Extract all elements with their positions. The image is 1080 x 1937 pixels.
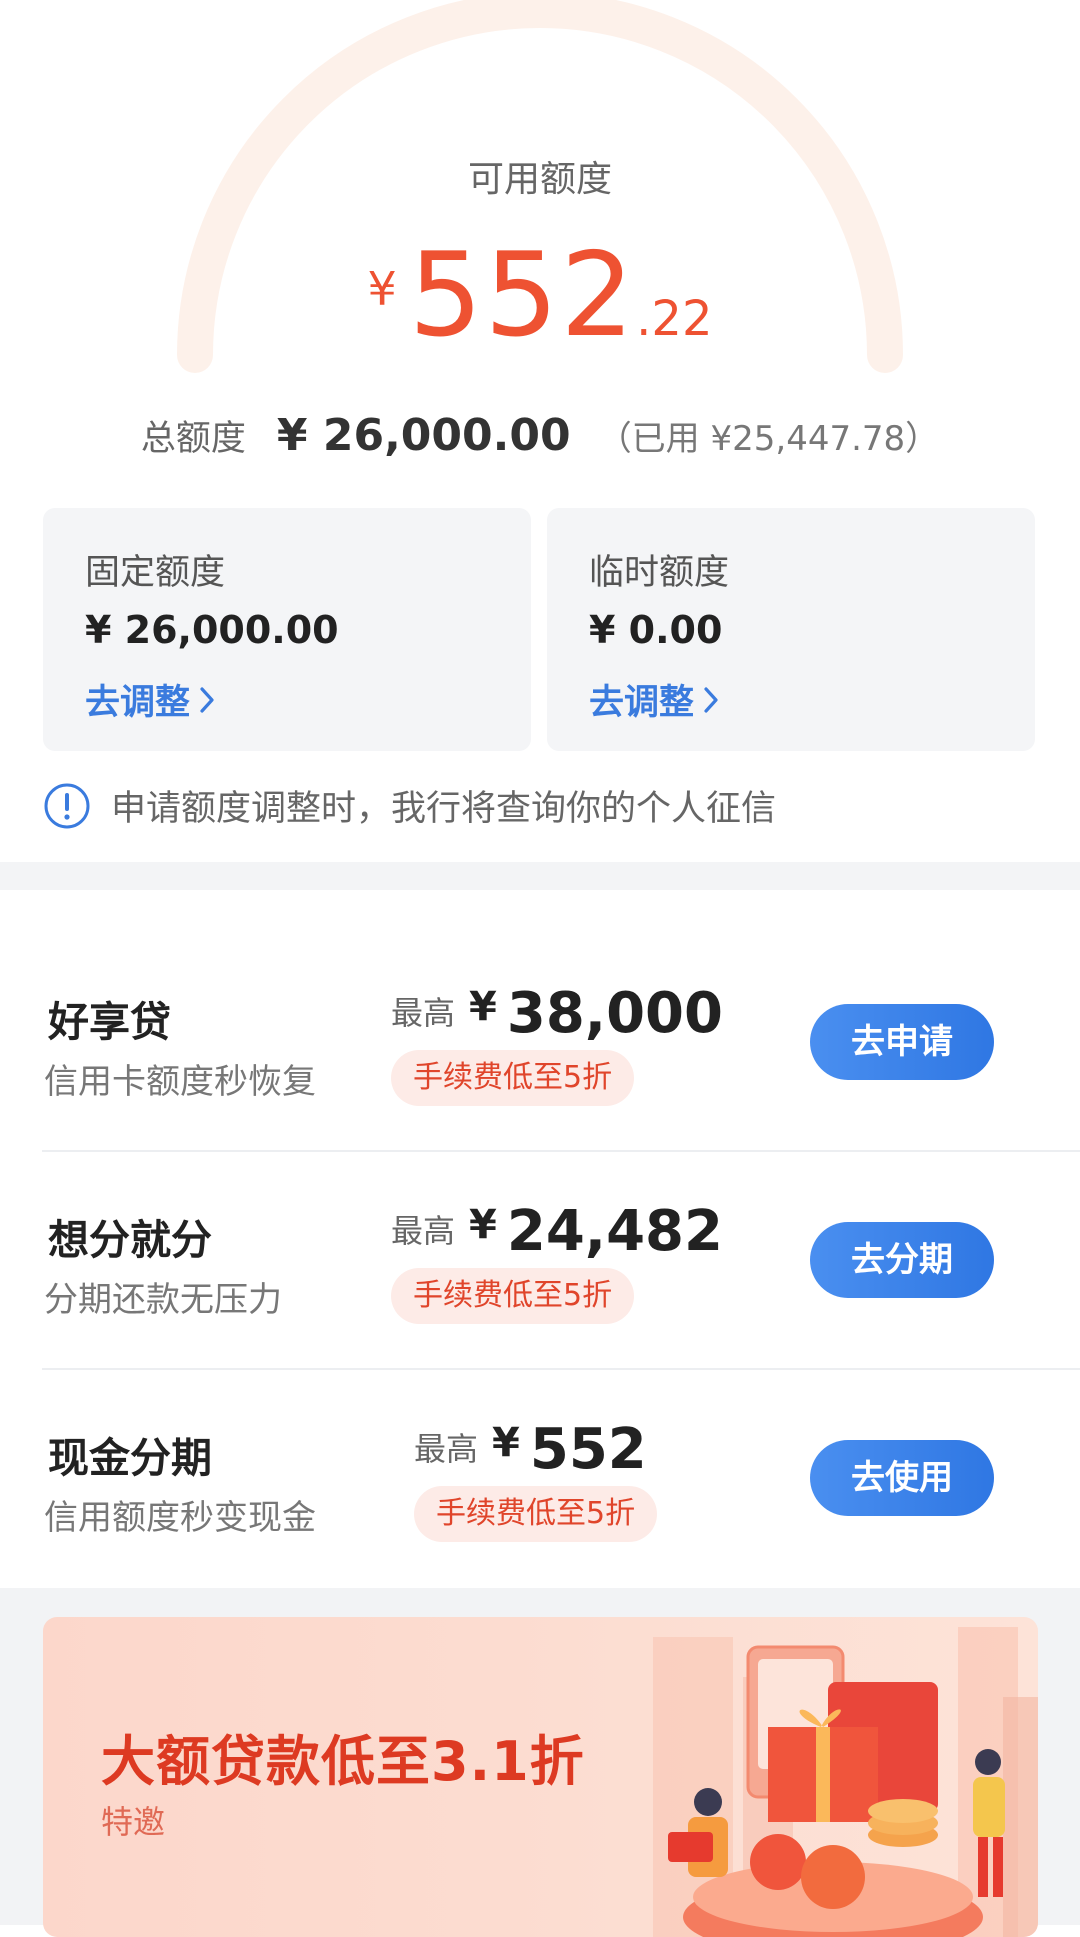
adjust-link-label: 去调整 — [85, 683, 191, 723]
adjust-temporary-quota-link[interactable]: 去调整 — [589, 674, 720, 725]
available-quota-label: 可用额度 — [467, 159, 612, 200]
credit-check-notice: 申请额度调整时，我行将查询你的个人征信 — [43, 780, 776, 831]
info-icon — [44, 783, 90, 828]
product-max-amount: 最高 ¥ 24,482 — [391, 1202, 723, 1262]
apply-button[interactable]: 去申请 — [810, 1004, 994, 1080]
product-row-haoxiangdai: 好享贷 信用卡额度秒恢复 最高 ¥ 38,000 手续费低至5折 去申请 — [0, 932, 1080, 1150]
max-value: 38,000 — [506, 981, 723, 1046]
available-quota-amount: ¥552.22 — [0, 228, 1080, 363]
max-currency: ¥ — [469, 984, 497, 1030]
max-currency: ¥ — [469, 1202, 497, 1248]
fee-discount-badge: 手续费低至5折 — [414, 1486, 658, 1542]
product-row-installment: 想分就分 分期还款无压力 最高 ¥ 24,482 手续费低至5折 去分期 — [0, 1150, 1080, 1368]
fixed-quota-value: ¥ 26,000.00 — [85, 608, 339, 652]
max-value: 552 — [529, 1417, 647, 1482]
used-quota: （已用 ¥25,447.78） — [597, 419, 940, 459]
chevron-right-icon — [200, 686, 214, 713]
adjust-fixed-quota-link[interactable]: 去调整 — [85, 674, 216, 725]
max-label: 最高 — [414, 1430, 479, 1468]
product-desc: 信用卡额度秒恢复 — [44, 1062, 316, 1102]
use-button[interactable]: 去使用 — [810, 1440, 994, 1516]
notice-text: 申请额度调整时，我行将查询你的个人征信 — [111, 789, 777, 829]
chevron-right-icon — [704, 686, 718, 713]
fixed-quota-title: 固定额度 — [85, 553, 226, 593]
currency-symbol: ¥ — [367, 262, 397, 316]
temporary-quota-title: 临时额度 — [589, 553, 730, 593]
product-name: 想分就分 — [48, 1216, 212, 1264]
product-row-cash-installment: 现金分期 信用额度秒变现金 最高 ¥ 552 手续费低至5折 去使用 — [0, 1368, 1080, 1586]
product-name: 现金分期 — [48, 1434, 212, 1482]
max-value: 24,482 — [506, 1199, 723, 1264]
temporary-quota-card: 临时额度 ¥ 0.00 去调整 — [547, 508, 1035, 751]
fixed-quota-card: 固定额度 ¥ 26,000.00 去调整 — [43, 508, 531, 751]
fee-discount-badge: 手续费低至5折 — [391, 1050, 635, 1106]
product-desc: 分期还款无压力 — [44, 1280, 282, 1320]
gift-illustration — [653, 1627, 1038, 1937]
product-name: 好享贷 — [48, 998, 171, 1046]
product-max-amount: 最高 ¥ 552 — [414, 1420, 647, 1480]
total-quota-label: 总额度 — [140, 419, 246, 459]
max-label: 最高 — [391, 1212, 456, 1250]
installment-button[interactable]: 去分期 — [810, 1222, 994, 1298]
amount-integer: 552 — [408, 228, 637, 363]
fee-discount-badge: 手续费低至5折 — [391, 1268, 635, 1324]
adjust-link-label: 去调整 — [589, 683, 695, 723]
loan-promo-banner[interactable]: 大额贷款低至3.1折 特邀 — [43, 1617, 1038, 1937]
amount-decimal: .22 — [636, 291, 713, 347]
section-divider — [0, 862, 1080, 890]
total-quota-row: 总额度 ¥ 26,000.00 （已用 ¥25,447.78） — [0, 410, 1080, 461]
max-currency: ¥ — [492, 1420, 520, 1466]
max-label: 最高 — [391, 994, 456, 1032]
product-max-amount: 最高 ¥ 38,000 — [391, 984, 723, 1044]
temporary-quota-value: ¥ 0.00 — [589, 608, 723, 652]
total-quota-value: ¥ 26,000.00 — [276, 410, 571, 461]
product-desc: 信用额度秒变现金 — [44, 1498, 316, 1538]
